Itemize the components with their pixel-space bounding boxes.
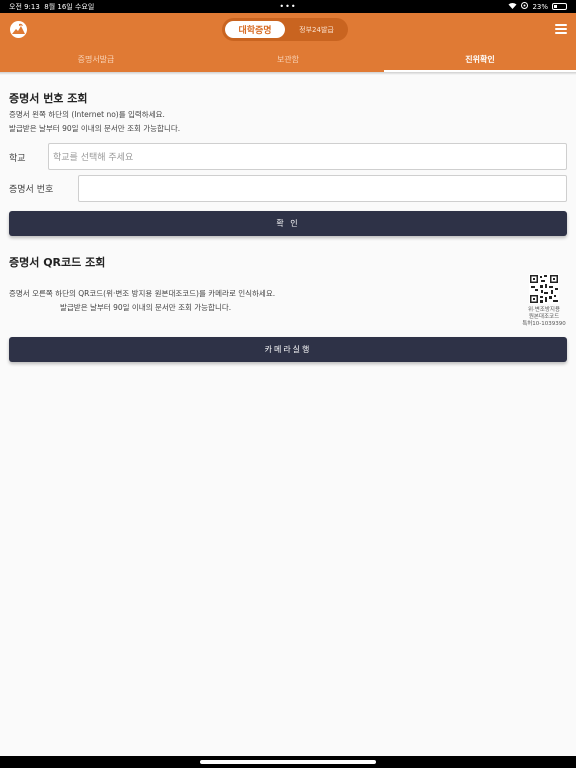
location-icon [521, 2, 529, 11]
status-right: 23% [447, 2, 567, 11]
home-indicator[interactable] [200, 760, 376, 764]
qr-code-icon [529, 274, 559, 304]
qr-lookup-title: 증명서 QR코드 조회 [9, 256, 106, 269]
seg-gov24[interactable]: 정부24발급 [288, 21, 345, 38]
seg-university-cert[interactable]: 대학증명 [225, 21, 285, 38]
tab-bar: 증명서발급 보관함 진위확인 [0, 46, 576, 72]
qr-lookup-desc-1: 증명서 오른쪽 하단의 QR코드(위·변조 방지용 원본대조코드)를 카메라로 … [9, 289, 276, 298]
number-lookup-title: 증명서 번호 조회 [9, 92, 88, 105]
tab-storage[interactable]: 보관함 [192, 46, 384, 72]
wifi-icon [508, 2, 517, 11]
hamburger-menu-icon[interactable] [555, 24, 567, 34]
app-logo-icon[interactable] [10, 21, 27, 38]
status-bar: 오전 9:13 8월 16일 수요일 ••• 23% [0, 0, 576, 13]
app-header: 대학증명 정부24발급 [0, 13, 576, 46]
qr-lookup-desc-2: 발급받은 날부터 90일 이내의 문서만 조회 가능합니다. [60, 303, 232, 312]
tab-shadow [0, 72, 576, 75]
battery-icon [552, 3, 567, 10]
confirm-button[interactable]: 확 인 [9, 211, 567, 236]
tab-issue[interactable]: 증명서발급 [0, 46, 192, 72]
cert-number-input[interactable] [78, 175, 567, 202]
multitask-dots[interactable]: ••• [129, 2, 447, 11]
school-select[interactable]: 학교를 선택해 주세요 [48, 143, 567, 170]
status-time: 오전 9:13 8월 16일 수요일 [9, 2, 95, 11]
cert-number-label: 증명서 번호 [9, 185, 54, 195]
camera-button[interactable]: 카메라실행 [9, 337, 567, 362]
number-lookup-desc-2: 발급받은 날부터 90일 이내의 문서만 조회 가능합니다. [9, 124, 181, 133]
tab-verify[interactable]: 진위확인 [384, 46, 576, 72]
school-label: 학교 [9, 154, 26, 164]
service-switch: 대학증명 정부24발급 [222, 18, 348, 41]
number-lookup-desc-1: 증명서 왼쪽 하단의 (Internet no)를 입력하세요. [9, 110, 165, 119]
qr-caption: 위·변조방지용 원본대조코드 특허10-1039390 [522, 307, 566, 327]
battery-percent: 23% [532, 2, 548, 11]
